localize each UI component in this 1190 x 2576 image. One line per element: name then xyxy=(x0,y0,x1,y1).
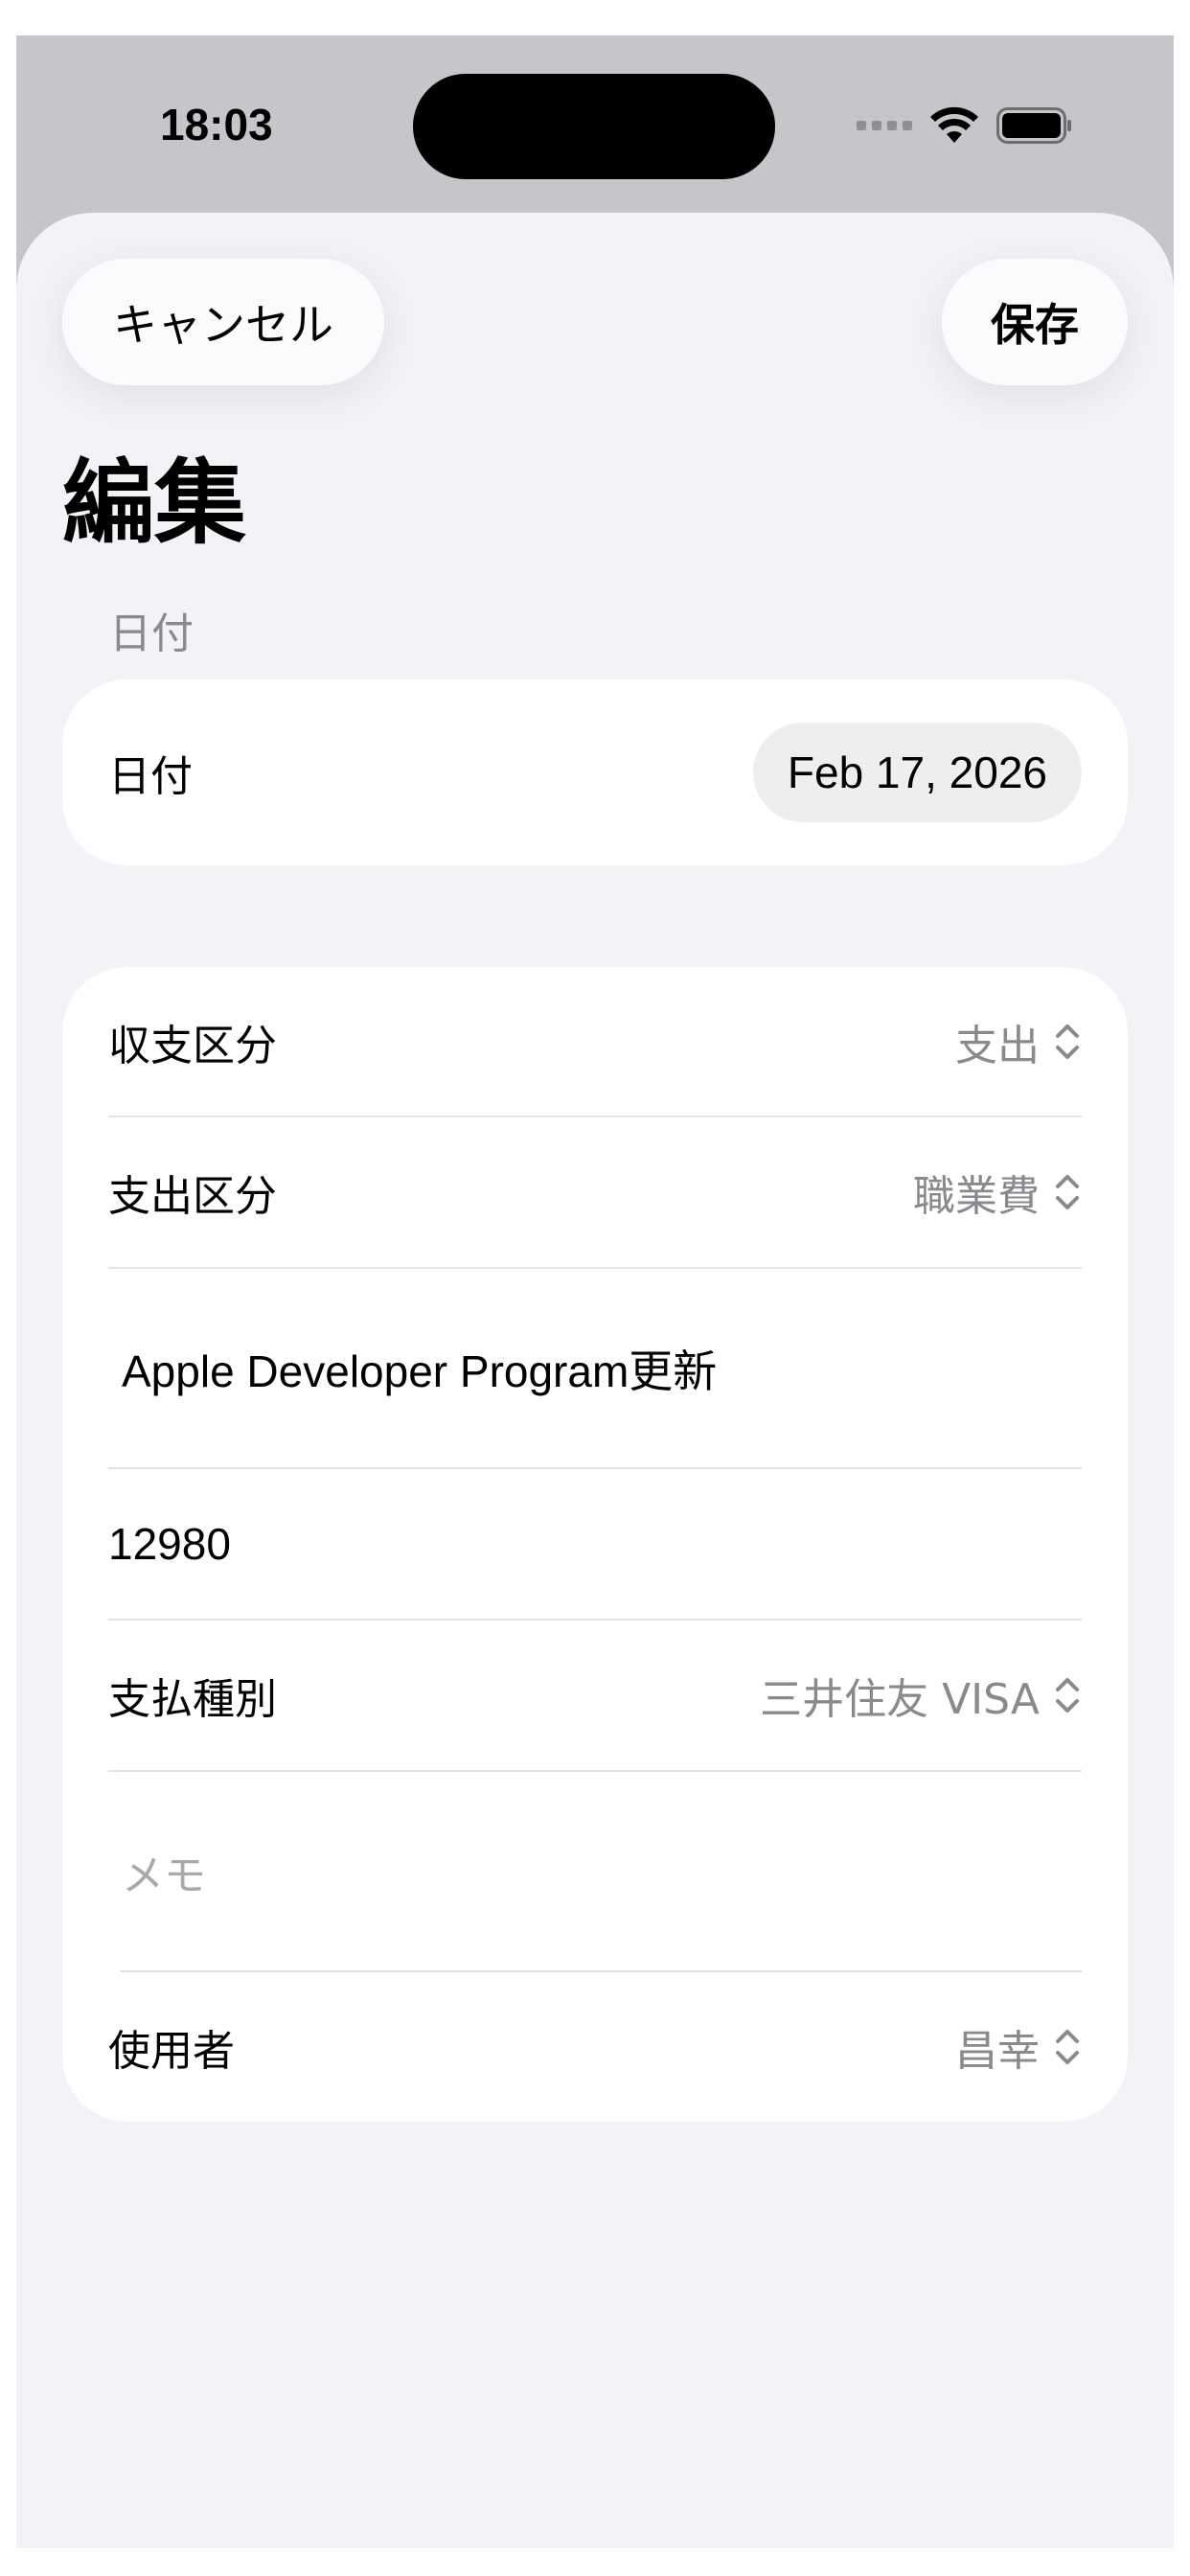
amount-field-value[interactable]: 12980 xyxy=(108,1518,231,1570)
signal-dots-icon xyxy=(857,121,912,130)
chevron-up-down-icon xyxy=(1056,1678,1079,1713)
user-picker[interactable]: 使用者 昌幸 xyxy=(62,1972,1128,2122)
device-screen: 18:03 キャンセル 保存 編集 日付 日付 Feb 17, 2026 収支区… xyxy=(16,35,1174,2548)
memo-placeholder[interactable]: メモ xyxy=(122,1841,206,1902)
date-card: 日付 Feb 17, 2026 xyxy=(62,679,1128,865)
amount-field[interactable]: 12980 xyxy=(62,1469,1128,1619)
chevron-up-down-icon xyxy=(1056,1024,1079,1059)
income-type-picker[interactable]: 収支区分 支出 xyxy=(62,967,1128,1116)
wifi-icon xyxy=(930,106,978,143)
payment-type-label: 支払種別 xyxy=(108,1675,277,1724)
income-type-label: 収支区分 xyxy=(108,1022,277,1070)
date-section-header: 日付 xyxy=(109,610,194,658)
memo-field[interactable]: メモ xyxy=(62,1772,1128,1971)
dynamic-island xyxy=(413,74,775,179)
chevron-up-down-icon xyxy=(1056,2030,1079,2064)
page-title: 編集 xyxy=(62,449,246,557)
date-picker-button[interactable]: Feb 17, 2026 xyxy=(752,723,1082,822)
date-row-label: 日付 xyxy=(108,752,193,801)
date-row: 日付 Feb 17, 2026 xyxy=(62,679,1128,865)
payment-type-picker[interactable]: 支払種別 三井住友 VISA xyxy=(62,1621,1128,1770)
payment-type-value: 三井住友 VISA xyxy=(760,1675,1040,1724)
status-icons xyxy=(857,106,1073,145)
cancel-button[interactable]: キャンセル xyxy=(62,259,384,385)
chevron-up-down-icon xyxy=(1056,1175,1079,1209)
expense-type-value: 職業費 xyxy=(913,1172,1040,1221)
title-field-value[interactable]: Apple Developer Program更新 xyxy=(122,1337,717,1400)
battery-icon xyxy=(996,107,1071,144)
expense-type-picker[interactable]: 支出区分 職業費 xyxy=(62,1117,1128,1267)
income-type-value: 支出 xyxy=(955,1022,1040,1070)
user-label: 使用者 xyxy=(108,2027,235,2076)
form-card: 収支区分 支出 支出区分 職業費 Apple Developer Program… xyxy=(62,967,1128,2122)
save-button[interactable]: 保存 xyxy=(942,259,1128,385)
title-field[interactable]: Apple Developer Program更新 xyxy=(62,1269,1128,1468)
user-value: 昌幸 xyxy=(955,2027,1040,2076)
status-time: 18:03 xyxy=(160,100,273,150)
expense-type-label: 支出区分 xyxy=(108,1172,277,1221)
